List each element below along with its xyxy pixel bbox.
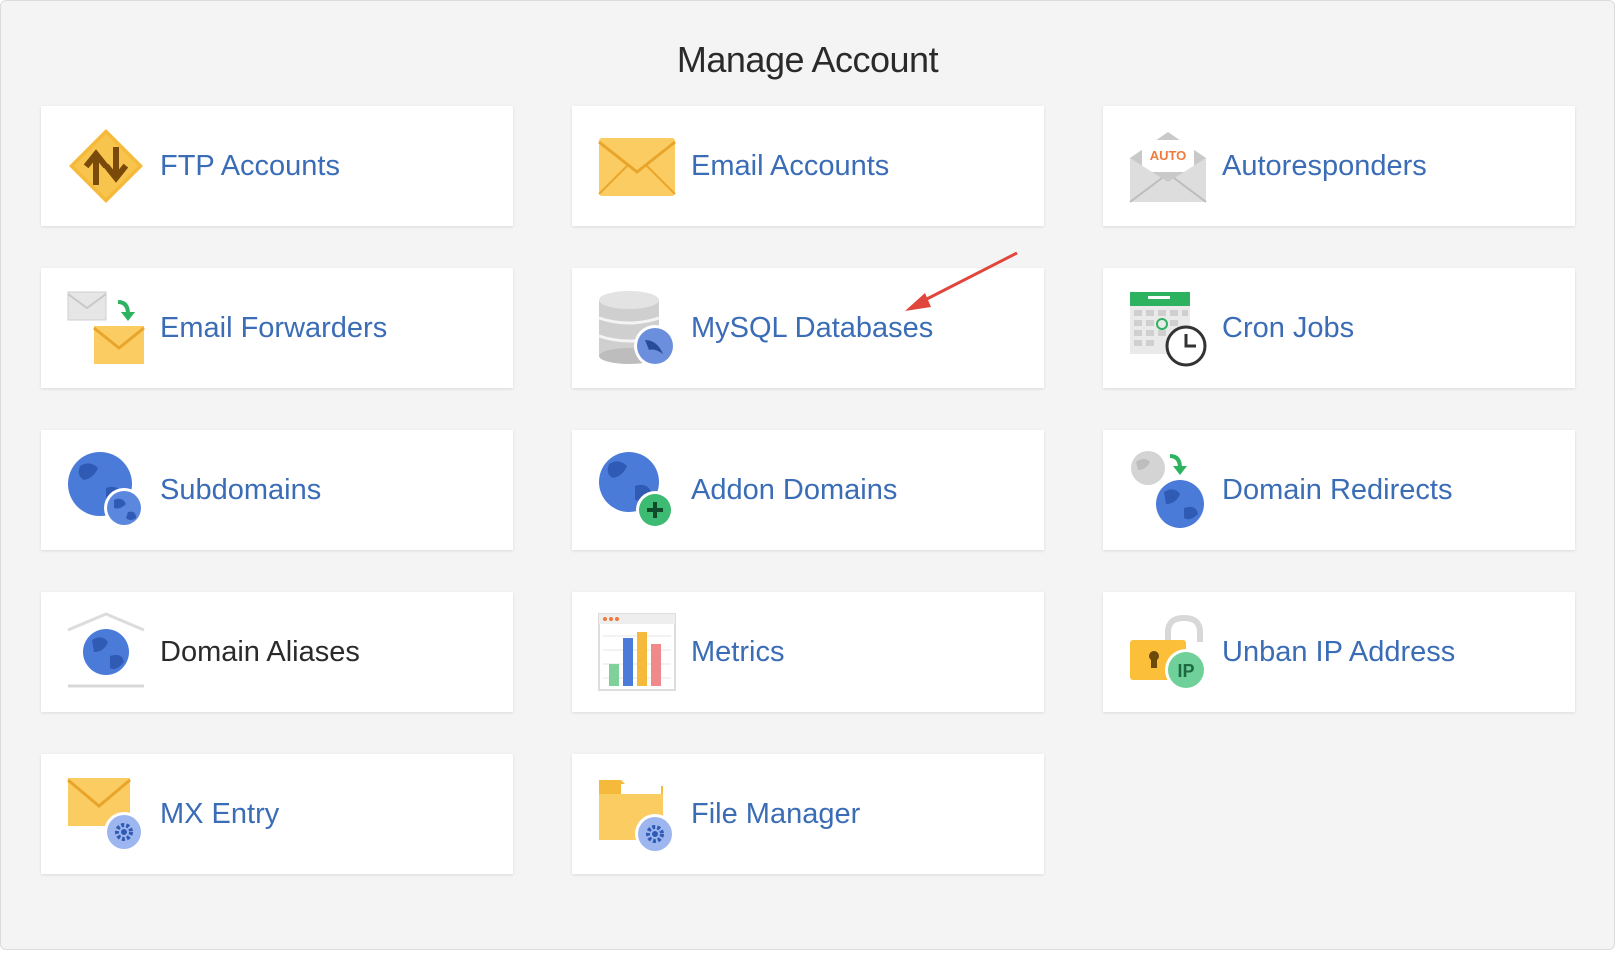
auto-badge-text: AUTO	[1150, 148, 1187, 163]
tile-label: Addon Domains	[691, 473, 898, 506]
tile-addon-domains[interactable]: Addon Domains	[572, 430, 1044, 550]
account-tiles-grid: FTP Accounts Email Accounts AUTO Autores…	[41, 106, 1575, 874]
page-title: Manage Account	[676, 39, 939, 80]
tile-label: Autoresponders	[1222, 149, 1427, 182]
ftp-icon	[66, 126, 146, 206]
addon-domain-globe-icon	[597, 450, 677, 530]
unban-ip-lock-icon: IP	[1128, 612, 1208, 692]
tile-label: Subdomains	[160, 473, 322, 506]
email-forwarder-icon	[66, 288, 146, 368]
tile-domain-aliases[interactable]: Domain Aliases	[41, 592, 513, 712]
tile-label: Cron Jobs	[1222, 311, 1355, 344]
tile-mysql-databases[interactable]: MySQL Databases	[572, 268, 1044, 388]
tile-file-manager[interactable]: File Manager	[572, 754, 1044, 874]
tile-email-accounts[interactable]: Email Accounts	[572, 106, 1044, 226]
cron-calendar-clock-icon	[1128, 288, 1208, 368]
tile-autoresponders[interactable]: AUTO Autoresponders	[1103, 106, 1575, 226]
database-icon	[597, 288, 677, 368]
manage-account-panel: Manage Account FTP Accounts Email Accoun…	[0, 0, 1615, 950]
mx-entry-icon	[66, 774, 146, 854]
domain-redirect-globe-icon	[1128, 450, 1208, 530]
tile-subdomains[interactable]: Subdomains	[41, 430, 513, 550]
tile-label: File Manager	[691, 797, 861, 830]
tile-label: Email Accounts	[691, 149, 890, 182]
domain-alias-icon	[66, 612, 146, 692]
tile-label: Metrics	[691, 635, 785, 668]
subdomain-globe-icon	[66, 450, 146, 530]
email-icon	[597, 126, 677, 206]
tile-metrics[interactable]: Metrics	[572, 592, 1044, 712]
tile-label: FTP Accounts	[160, 149, 340, 182]
ip-badge-text: IP	[1177, 661, 1194, 681]
tile-label: Domain Aliases	[160, 635, 360, 668]
tile-ftp-accounts[interactable]: FTP Accounts	[41, 106, 513, 226]
tile-domain-redirects[interactable]: Domain Redirects	[1103, 430, 1575, 550]
tile-label: Domain Redirects	[1222, 473, 1453, 506]
tile-unban-ip-address[interactable]: IP Unban IP Address	[1103, 592, 1575, 712]
tile-mx-entry[interactable]: MX Entry	[41, 754, 513, 874]
tile-label: Email Forwarders	[160, 311, 388, 344]
tile-label: MySQL Databases	[691, 311, 934, 344]
tile-label: Unban IP Address	[1222, 635, 1456, 668]
autoresponder-icon: AUTO	[1128, 126, 1208, 206]
tile-label: MX Entry	[160, 797, 280, 830]
tile-cron-jobs[interactable]: Cron Jobs	[1103, 268, 1575, 388]
file-manager-folder-icon	[597, 774, 677, 854]
tile-email-forwarders[interactable]: Email Forwarders	[41, 268, 513, 388]
metrics-chart-icon	[597, 612, 677, 692]
